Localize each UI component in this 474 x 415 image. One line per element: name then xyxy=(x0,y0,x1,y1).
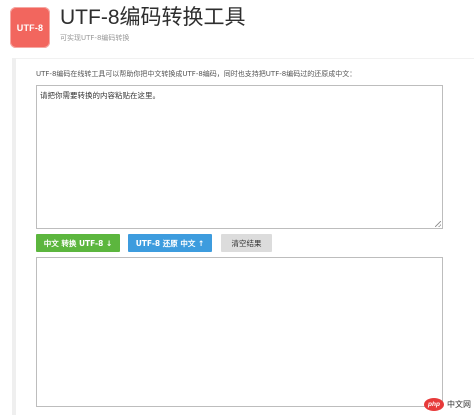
watermark-text: 中文网 xyxy=(447,398,471,410)
tool-description: UTF-8编码在线转工具可以帮助你把中文转换成UTF-8编码，同时也支持把UTF… xyxy=(36,70,357,78)
input-textarea[interactable]: 请把你需要转换的内容粘贴在这里。 xyxy=(36,85,443,229)
page-title: UTF-8编码转换工具 xyxy=(60,6,246,29)
watermark: php 中文网 xyxy=(424,396,471,412)
clear-result-button[interactable]: 清空结果 xyxy=(221,234,272,252)
resize-grip-icon[interactable] xyxy=(435,221,441,227)
page-subtitle: 可实现UTF-8编码转换 xyxy=(60,34,130,42)
php-logo-icon: php xyxy=(424,397,444,411)
page: UTF-8 UTF-8编码转换工具 可实现UTF-8编码转换 UTF-8编码在线… xyxy=(0,0,474,415)
logo-text: UTF-8 xyxy=(16,22,44,33)
header: UTF-8 UTF-8编码转换工具 可实现UTF-8编码转换 xyxy=(0,0,474,58)
left-sidebar-divider xyxy=(12,58,16,415)
app-logo: UTF-8 xyxy=(10,7,50,48)
watermark-logo-text: php xyxy=(428,400,440,408)
header-divider xyxy=(12,58,474,59)
decode-to-chinese-button[interactable]: UTF-8 还原 中文 ↑ xyxy=(128,234,212,252)
output-textarea[interactable] xyxy=(36,257,443,407)
encode-to-utf8-button[interactable]: 中文 转换 UTF-8 ↓ xyxy=(36,234,120,252)
input-textarea-value: 请把你需要转换的内容粘贴在这里。 xyxy=(40,91,160,100)
